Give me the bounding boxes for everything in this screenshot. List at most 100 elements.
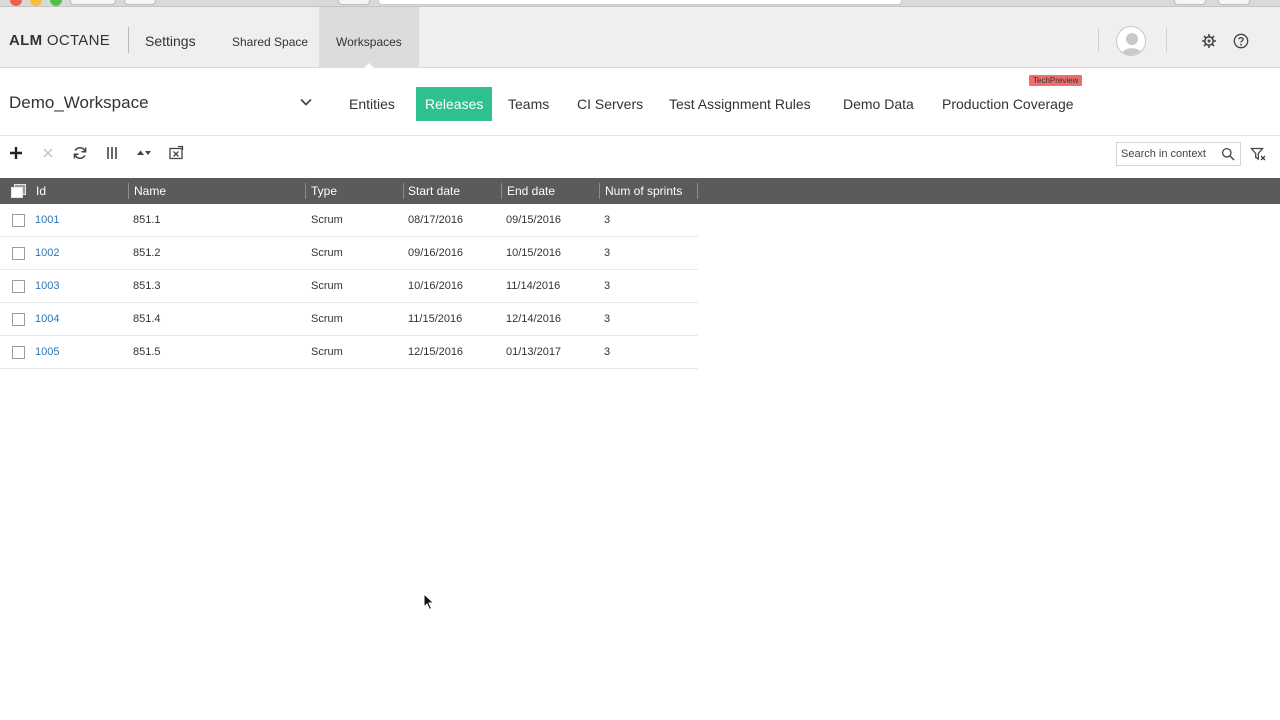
chevron-down-icon[interactable]	[299, 97, 313, 107]
table-row[interactable]: 1001 851.1 Scrum 08/17/2016 09/15/2016 3	[0, 204, 698, 237]
tab-teams[interactable]: Teams	[499, 87, 558, 121]
settings-switch-icon[interactable]	[1201, 33, 1217, 49]
release-num-sprints: 3	[604, 214, 611, 226]
release-type: Scrum	[311, 247, 343, 259]
row-checkbox[interactable]	[12, 247, 25, 260]
table-row[interactable]: 1002 851.2 Scrum 09/16/2016 10/15/2016 3	[0, 237, 698, 270]
columns-icon[interactable]	[104, 145, 120, 161]
release-id-link[interactable]: 1002	[35, 237, 59, 270]
release-type: Scrum	[311, 214, 343, 226]
browser-tabs-button[interactable]	[1218, 0, 1250, 5]
release-start-date: 09/16/2016	[408, 247, 464, 259]
browser-sidebar-button[interactable]	[124, 0, 156, 5]
release-start-date: 11/15/2016	[408, 313, 463, 325]
sort-icon[interactable]	[136, 145, 152, 161]
tab-workspaces[interactable]: Workspaces	[319, 7, 419, 69]
grid-toolbar	[0, 136, 1280, 178]
tab-demo-data[interactable]: Demo Data	[834, 87, 923, 121]
search-input[interactable]	[1121, 146, 1217, 162]
tab-shared-space[interactable]: Shared Space	[215, 7, 325, 68]
release-name: 851.5	[133, 346, 161, 358]
tab-entities[interactable]: Entities	[340, 87, 404, 121]
release-end-date: 11/14/2016	[506, 280, 561, 292]
column-header-end-date[interactable]: End date	[507, 178, 555, 204]
close-window-icon[interactable]	[10, 0, 22, 6]
release-id-link[interactable]: 1001	[35, 204, 59, 237]
column-resize-handle[interactable]	[697, 183, 698, 199]
column-resize-handle[interactable]	[599, 183, 600, 199]
browser-back-forward[interactable]	[70, 0, 116, 5]
release-name: 851.3	[133, 280, 161, 292]
release-name: 851.1	[133, 214, 161, 226]
tech-preview-badge: TechPreview	[1029, 75, 1083, 86]
tab-test-assignment-rules[interactable]: Test Assignment Rules	[660, 87, 820, 121]
header-divider	[128, 27, 129, 53]
release-type: Scrum	[311, 313, 343, 325]
browser-home-button[interactable]	[338, 0, 370, 5]
column-resize-handle[interactable]	[501, 183, 502, 199]
tab-ci-servers[interactable]: CI Servers	[568, 87, 652, 121]
browser-share-button[interactable]	[1174, 0, 1206, 5]
release-end-date: 09/15/2016	[506, 214, 562, 226]
user-icon	[1121, 33, 1143, 55]
table-row[interactable]: 1005 851.5 Scrum 12/15/2016 01/13/2017 3	[0, 336, 698, 369]
row-checkbox[interactable]	[12, 214, 25, 227]
release-type: Scrum	[311, 280, 343, 292]
delete-icon[interactable]	[40, 145, 56, 161]
release-id-link[interactable]: 1004	[35, 303, 59, 336]
release-num-sprints: 3	[604, 280, 611, 292]
release-num-sprints: 3	[604, 346, 611, 358]
release-start-date: 08/17/2016	[408, 214, 464, 226]
help-icon[interactable]	[1233, 33, 1249, 49]
table-row[interactable]: 1004 851.4 Scrum 11/15/2016 12/14/2016 3	[0, 303, 698, 336]
search-icon[interactable]	[1221, 147, 1235, 161]
filter-icon[interactable]	[1250, 146, 1266, 162]
tab-label: Shared Space	[232, 35, 309, 49]
app-header: ALM OCTANE Settings Shared Space Workspa…	[0, 7, 1280, 69]
row-checkbox[interactable]	[12, 280, 25, 293]
tab-production-coverage[interactable]: Production Coverage	[933, 87, 1083, 121]
release-name: 851.4	[133, 313, 161, 325]
release-end-date: 01/13/2017	[506, 346, 562, 358]
search-box	[1116, 142, 1241, 166]
section-title: Settings	[145, 33, 196, 49]
release-num-sprints: 3	[604, 313, 611, 325]
column-resize-handle[interactable]	[403, 183, 404, 199]
browser-chrome	[0, 0, 1280, 7]
column-resize-handle[interactable]	[128, 183, 129, 199]
row-checkbox[interactable]	[12, 346, 25, 359]
tab-releases[interactable]: Releases	[416, 87, 493, 121]
release-start-date: 10/16/2016	[408, 280, 464, 292]
address-bar[interactable]	[378, 0, 902, 5]
release-start-date: 12/15/2016	[408, 346, 464, 358]
user-avatar[interactable]	[1116, 26, 1146, 56]
table-row[interactable]: 1003 851.3 Scrum 10/16/2016 11/14/2016 3	[0, 270, 698, 303]
header-divider	[1166, 28, 1167, 52]
row-checkbox[interactable]	[12, 313, 25, 326]
export-icon[interactable]	[168, 145, 184, 161]
select-all-checkbox[interactable]	[11, 184, 26, 198]
release-num-sprints: 3	[604, 247, 611, 259]
grid-header: Id Name Type Start date End date Num of …	[0, 178, 1280, 204]
column-header-type[interactable]: Type	[311, 178, 337, 204]
column-header-start-date[interactable]: Start date	[408, 178, 460, 204]
release-id-link[interactable]: 1005	[35, 336, 59, 369]
column-header-name[interactable]: Name	[134, 178, 166, 204]
workspace-header: Demo_Workspace Entities Releases Teams C…	[0, 68, 1280, 136]
header-divider	[1098, 28, 1099, 52]
release-end-date: 10/15/2016	[506, 247, 562, 259]
column-header-num-of-sprints[interactable]: Num of sprints	[605, 178, 682, 204]
maximize-window-icon[interactable]	[50, 0, 62, 6]
column-header-id[interactable]: Id	[36, 178, 46, 204]
tab-label: Workspaces	[336, 35, 402, 49]
add-icon[interactable]	[8, 145, 24, 161]
release-id-link[interactable]: 1003	[35, 270, 59, 303]
mouse-cursor-icon	[423, 593, 435, 611]
column-resize-handle[interactable]	[305, 183, 306, 199]
release-name: 851.2	[133, 247, 161, 259]
minimize-window-icon[interactable]	[30, 0, 42, 6]
release-end-date: 12/14/2016	[506, 313, 562, 325]
workspace-name: Demo_Workspace	[9, 93, 149, 112]
app-logo[interactable]: ALM OCTANE	[9, 32, 110, 49]
refresh-icon[interactable]	[72, 145, 88, 161]
